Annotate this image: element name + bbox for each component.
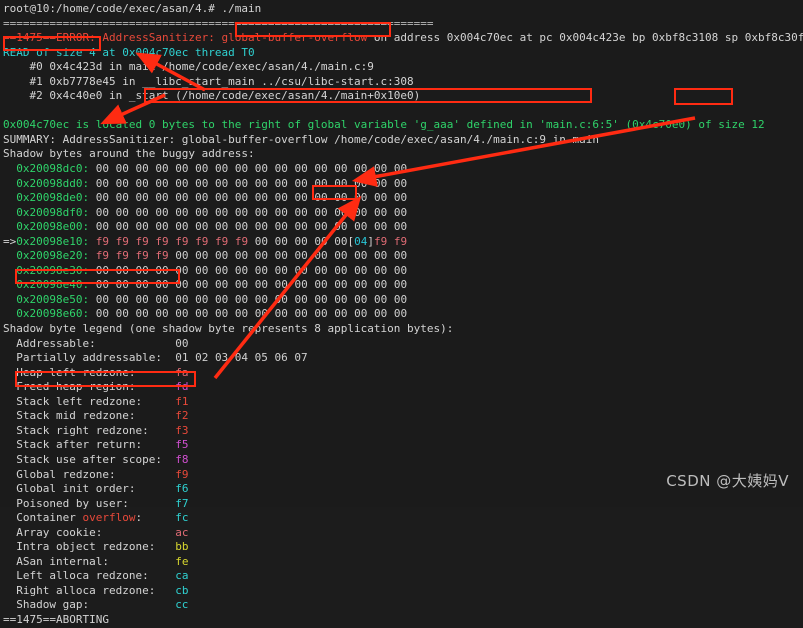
legend-row-13: Array cookie: ac bbox=[3, 525, 189, 539]
watermark: CSDN @大姨妈V bbox=[666, 472, 789, 490]
terminal-output: root@10:/home/code/exec/asan/4.# ./main =… bbox=[0, 0, 803, 626]
legend-row-4: Stack left redzone: f1 bbox=[3, 394, 189, 408]
legend-row-15: ASan internal: fe bbox=[3, 554, 189, 568]
aborting-line: ==1475==ABORTING bbox=[3, 612, 109, 626]
legend-row-1: Partially addressable: 01 02 03 04 05 06… bbox=[3, 351, 308, 365]
shadow-row-5: =>0x20098e10: f9 f9 f9 f9 f9 f9 f9 f9 00… bbox=[3, 234, 408, 248]
read-line: READ of size 4 at 0x004c70ec thread T0 bbox=[3, 45, 255, 59]
addressable-box bbox=[15, 269, 180, 284]
summary-line: SUMMARY: AddressSanitizer: global-buffer… bbox=[3, 132, 600, 146]
legend-row-18: Shadow gap: cc bbox=[3, 598, 189, 612]
read-of-size-box bbox=[3, 36, 101, 51]
shadow-row-3: 0x20098df0: 00 00 00 00 00 00 00 00 00 0… bbox=[16, 205, 408, 219]
legend-row-11: Poisoned by user: f7 bbox=[3, 496, 189, 510]
global-redzone-box bbox=[15, 371, 196, 387]
legend-row-7: Stack after return: f5 bbox=[3, 438, 189, 452]
shadow-row-0: 0x20098dc0: 00 00 00 00 00 00 00 00 00 0… bbox=[16, 162, 408, 176]
legend-row-17: Right alloca redzone: cb bbox=[3, 583, 189, 597]
legend-row-0: Addressable: 00 bbox=[3, 336, 189, 350]
legend-row-16: Left alloca redzone: ca bbox=[3, 569, 189, 583]
legend-row-8: Stack use after scope: f8 bbox=[3, 452, 189, 466]
shadow-row-9: 0x20098e50: 00 00 00 00 00 00 00 00 00 0… bbox=[16, 292, 408, 306]
legend-header: Shadow byte legend (one shadow byte repr… bbox=[3, 322, 454, 336]
blank-1 bbox=[0, 104, 803, 119]
shadow-row-10: 0x20098e60: 00 00 00 00 00 00 00 00 00 0… bbox=[16, 307, 408, 321]
shadow-header: Shadow bytes around the buggy address: bbox=[3, 147, 255, 161]
located-line: 0x004c70ec is located 0 bytes to the rig… bbox=[3, 118, 765, 132]
prompt-line: root@10:/home/code/exec/asan/4.# ./main bbox=[3, 2, 262, 15]
legend-row-12: Container overflow: fc bbox=[3, 511, 189, 525]
shadow-row-2: 0x20098de0: 00 00 00 00 00 00 00 00 00 0… bbox=[16, 191, 408, 205]
size-12-box bbox=[674, 88, 733, 105]
shadow-row-4: 0x20098e00: 00 00 00 00 00 00 00 00 00 0… bbox=[16, 220, 408, 234]
legend-row-5: Stack mid redzone: f2 bbox=[3, 409, 189, 423]
error-line: ==1475==ERROR: AddressSanitizer: global-… bbox=[3, 31, 803, 45]
legend-row-6: Stack right redzone: f3 bbox=[3, 423, 189, 437]
shadow-row-1: 0x20098dd0: 00 00 00 00 00 00 00 00 00 0… bbox=[16, 176, 408, 190]
stack-frame-0: #0 0x4c423d in main /home/code/exec/asan… bbox=[3, 60, 374, 74]
shadow-row-6: 0x20098e20: f9 f9 f9 f9 00 00 00 00 00 0… bbox=[16, 249, 408, 263]
separator-line: ========================================… bbox=[3, 16, 434, 30]
bytes-to-right-box bbox=[144, 88, 592, 103]
global-buffer-overflow-box bbox=[235, 22, 391, 37]
legend-row-14: Intra object redzone: bb bbox=[3, 540, 189, 554]
shadow-04-box bbox=[312, 185, 357, 200]
